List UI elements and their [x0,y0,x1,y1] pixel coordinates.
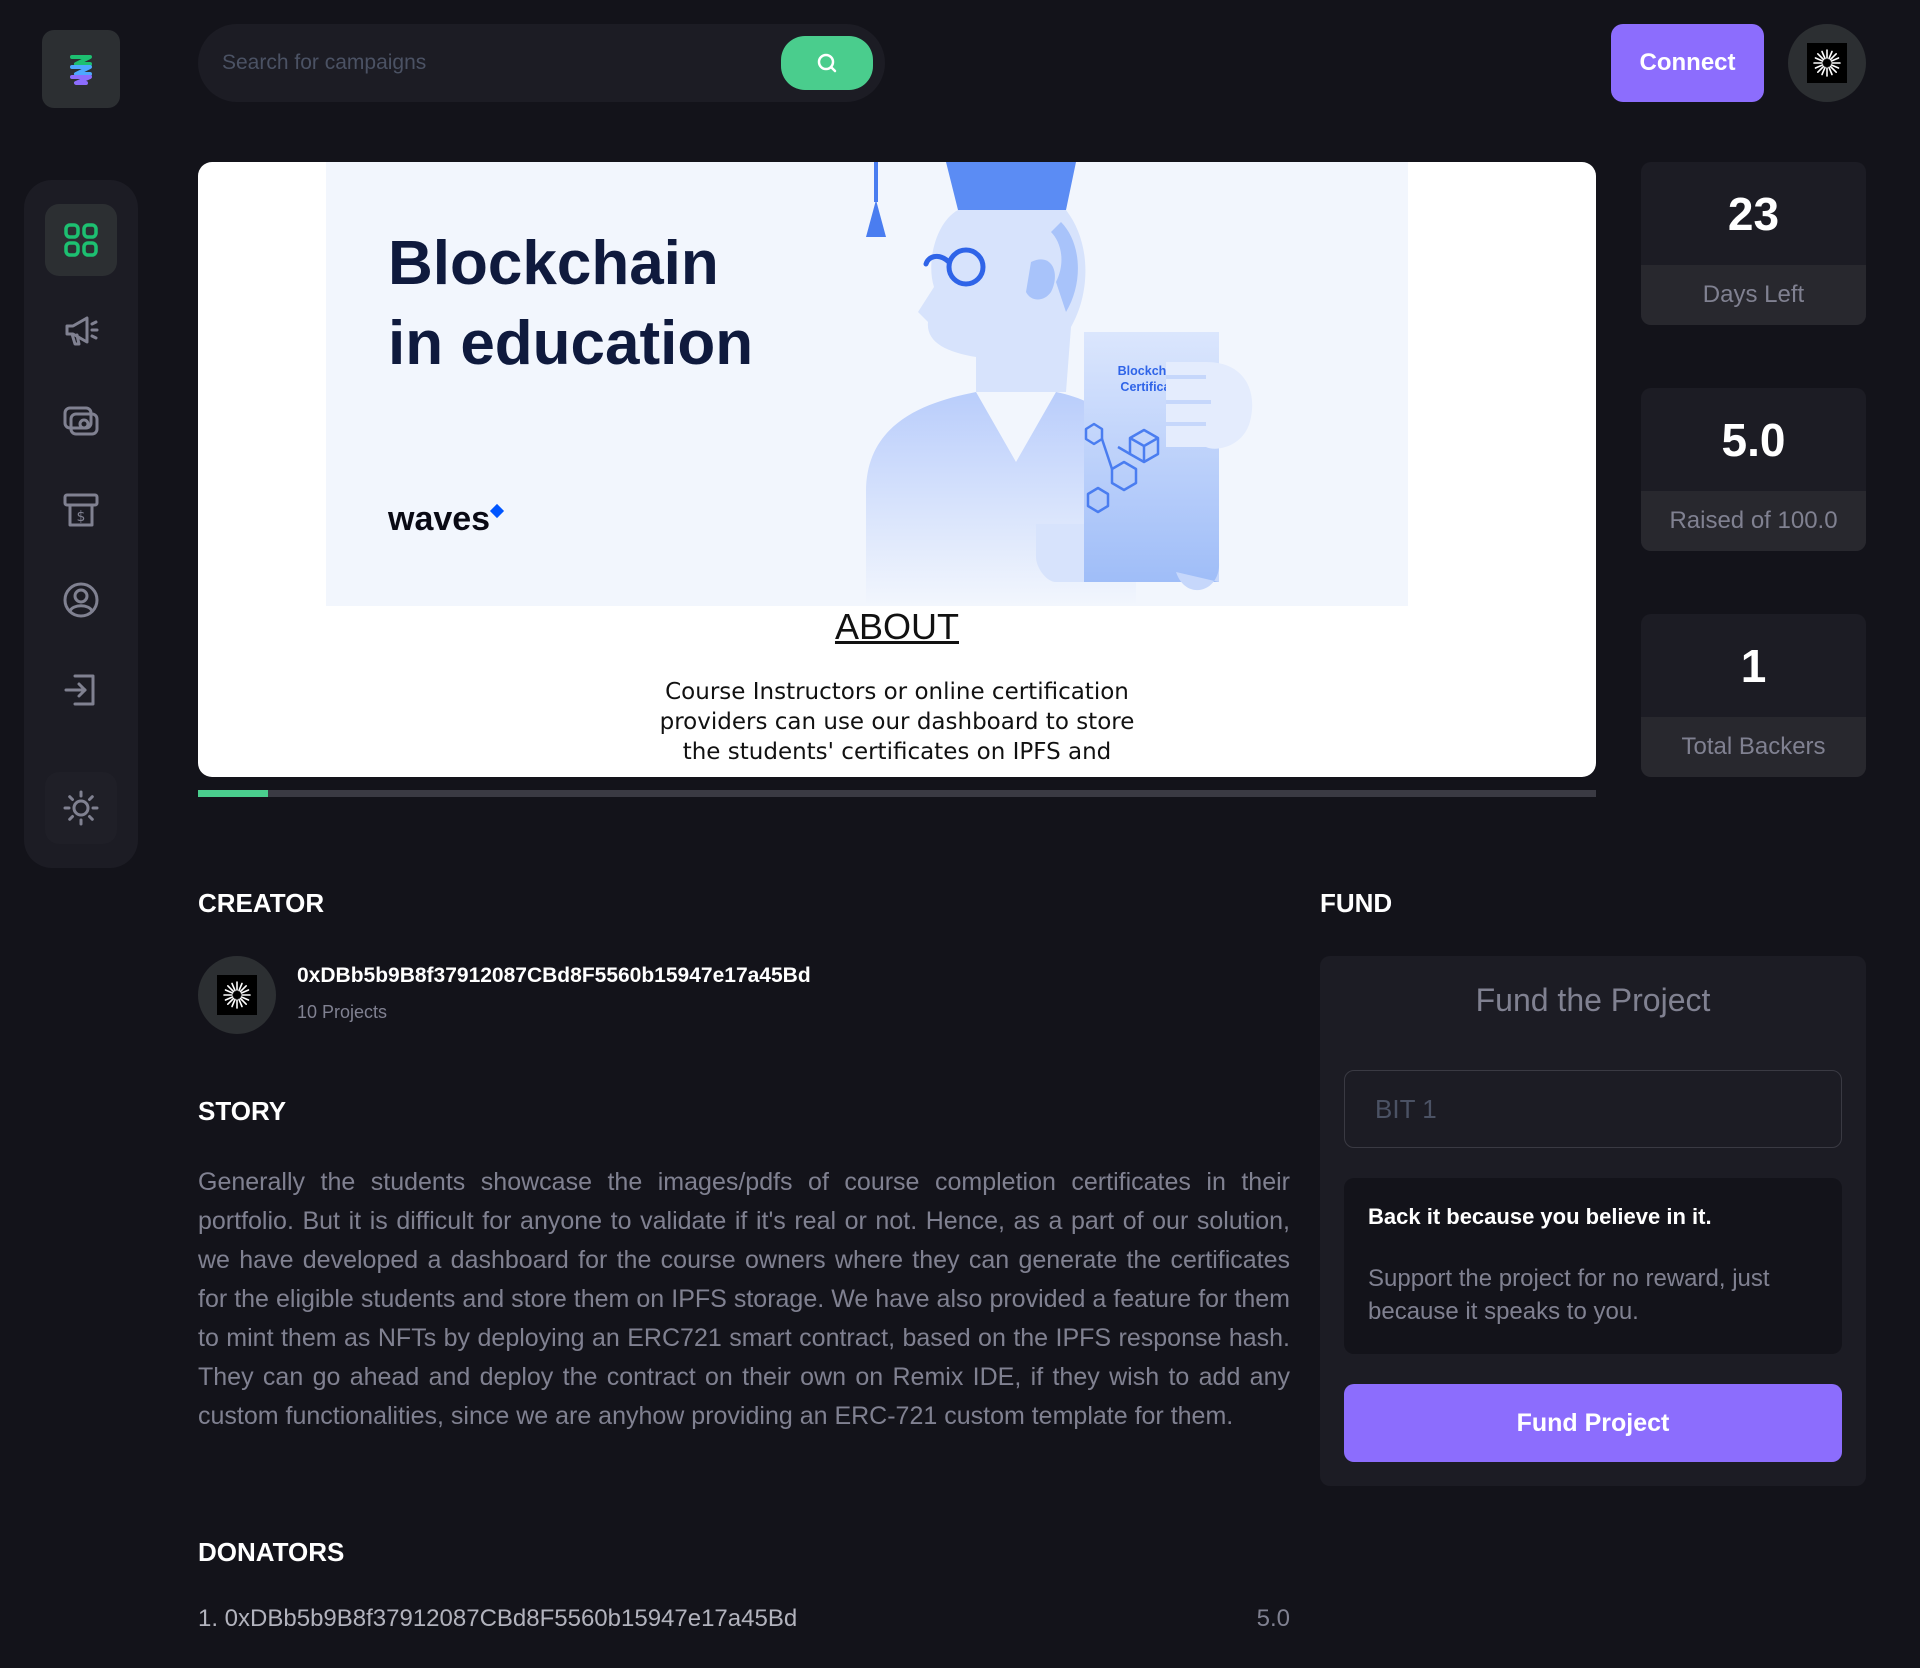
hero-heading-line2: in education [388,309,754,378]
graduate-illustration: Blockchain Certificate [866,162,1253,606]
wallet-icon [63,406,99,436]
funding-progress-fill [198,790,268,797]
fund-info-text: Support the project for no reward, just … [1368,1265,1770,1325]
funding-progress-bar [198,790,1596,797]
fund-amount-input[interactable] [1344,1070,1842,1148]
creator-address: 0xDBb5b9B8f37912087CBd8F5560b15947e17a45… [297,964,811,987]
stat-label: Total Backers [1641,717,1866,777]
profile-avatar-button[interactable] [1788,24,1866,102]
donator-address: 1. 0xDBb5b9B8f37912087CBd8F5560b15947e17… [198,1605,798,1632]
starburst-icon [223,981,251,1009]
stat-raised: 5.0 Raised of 100.0 [1641,388,1866,551]
withdraw-icon: $ [63,493,99,527]
fund-info-title: Back it because you believe in it. [1368,1204,1712,1229]
campaign-image: Blockchain in education waves Blockchain… [198,162,1596,777]
sidebar-item-dashboard[interactable] [45,204,117,276]
stat-label: Raised of 100.0 [1641,491,1866,551]
avatar [1807,43,1847,83]
logout-icon [64,674,95,706]
sidebar-item-payment[interactable] [45,384,117,456]
sidebar-item-campaign[interactable] [45,294,117,366]
search-button[interactable] [781,36,873,90]
stat-label: Days Left [1641,265,1866,325]
theme-toggle[interactable] [45,772,117,844]
hero-heading-line1: Blockchain [388,229,719,298]
about-title: ABOUT [834,606,959,647]
fund-panel-title: Fund the Project [1475,982,1711,1018]
fund-project-button[interactable]: Fund Project [1344,1384,1842,1462]
search-input[interactable] [222,24,762,102]
hero-heading: Blockchain in education [388,224,753,384]
donator-row: 1. 0xDBb5b9B8f37912087CBd8F5560b15947e17… [198,1605,1290,1633]
avatar [217,975,257,1015]
waves-logo: waves [388,500,505,539]
sidebar-item-profile[interactable] [45,564,117,636]
stat-value: 1 [1740,639,1767,692]
sidebar-item-logout[interactable] [45,654,117,726]
fund-heading: Fund [1320,888,1393,918]
fund-panel: Fund the Project Back it because you bel… [1320,956,1866,1486]
stat-value: 5.0 [1721,413,1786,466]
search-bar [198,24,885,102]
sidebar-item-withdraw[interactable]: $ [45,474,117,546]
stat-value: 23 [1727,187,1780,240]
profile-icon [63,582,99,618]
story-text: Generally the students showcase the imag… [198,1168,1290,1430]
svg-text:$: $ [77,509,86,525]
sidebar: $ [24,180,138,868]
connect-button[interactable]: Connect [1611,24,1764,102]
grid-icon [64,223,98,257]
waves-logo-text: waves [388,500,491,538]
search-icon [817,53,837,73]
creator-heading: Creator [198,888,325,918]
donators-heading: Donators [198,1537,345,1567]
hero-banner: Blockchain in education waves Blockchain… [326,162,1408,606]
logo-icon [70,55,92,85]
stat-days-left: 23 Days Left [1641,162,1866,325]
creator-avatar[interactable] [198,956,276,1034]
donator-amount: 5.0 [1256,1605,1290,1632]
megaphone-icon [65,316,99,346]
fund-info-box: Back it because you believe in it. Suppo… [1344,1178,1842,1354]
app-logo[interactable] [42,30,120,108]
creator-projects-count: 10 Projects [297,1002,388,1022]
story-heading: Story [198,1096,287,1126]
sun-icon [63,790,99,826]
stat-total-backers: 1 Total Backers [1641,614,1866,777]
about-text: Course Instructors or online certificati… [659,679,1135,765]
starburst-icon [1813,49,1841,77]
